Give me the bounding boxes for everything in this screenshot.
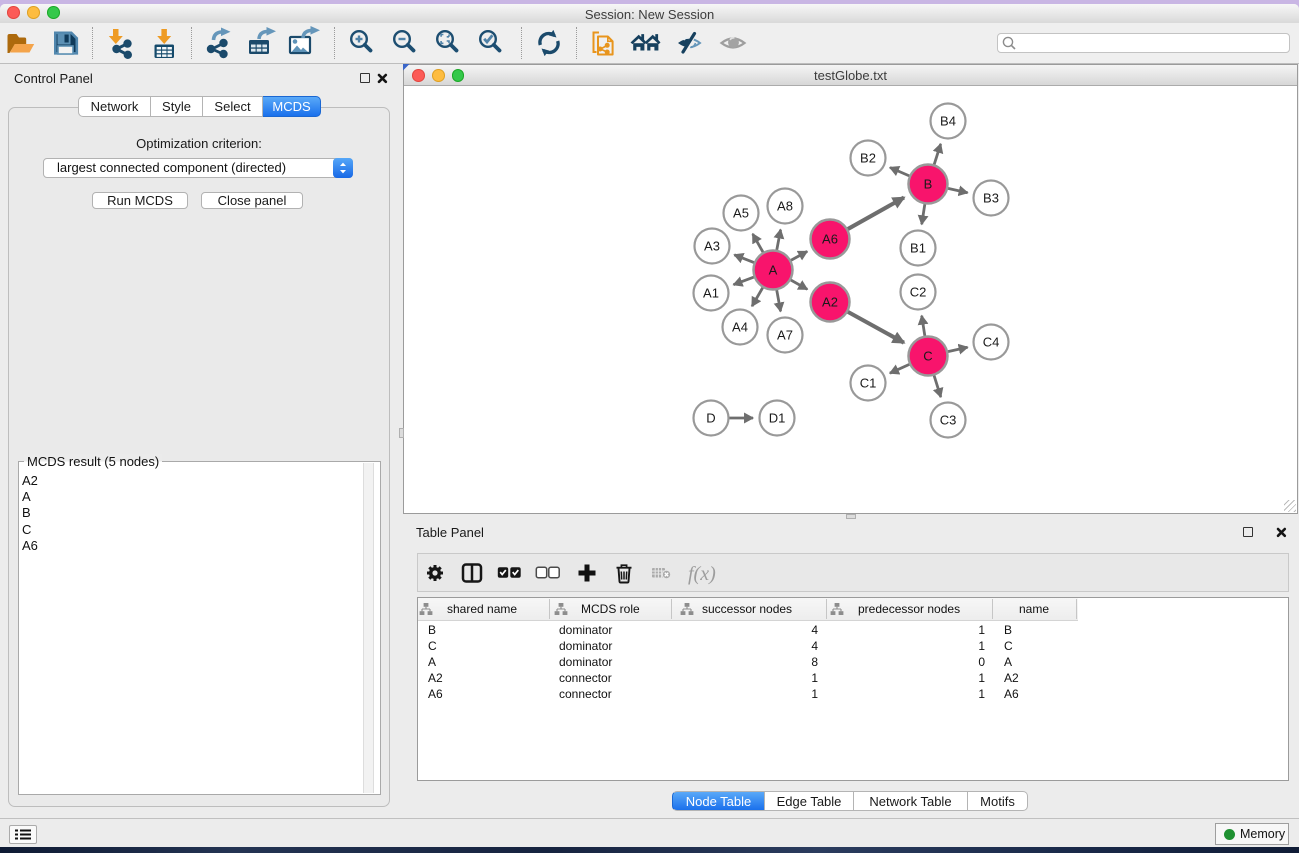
svg-text:A7: A7 <box>777 328 793 343</box>
svg-text:A1: A1 <box>703 286 719 301</box>
svg-text:A8: A8 <box>777 199 793 214</box>
svg-text:B4: B4 <box>940 114 956 129</box>
svg-text:C1: C1 <box>860 376 877 391</box>
svg-text:B2: B2 <box>860 151 876 166</box>
svg-text:C2: C2 <box>910 285 927 300</box>
svg-text:C4: C4 <box>983 335 1000 350</box>
svg-text:A6: A6 <box>822 232 838 247</box>
svg-text:A4: A4 <box>732 320 748 335</box>
svg-text:D1: D1 <box>769 411 786 426</box>
svg-text:B3: B3 <box>983 191 999 206</box>
svg-text:A5: A5 <box>733 206 749 221</box>
svg-text:B1: B1 <box>910 241 926 256</box>
svg-text:A3: A3 <box>704 239 720 254</box>
svg-text:C: C <box>923 349 932 364</box>
svg-text:D: D <box>706 411 715 426</box>
svg-text:f(x): f(x) <box>688 563 716 585</box>
svg-text:C3: C3 <box>940 413 957 428</box>
svg-text:A2: A2 <box>822 295 838 310</box>
svg-text:B: B <box>924 177 933 192</box>
svg-text:A: A <box>769 263 778 278</box>
